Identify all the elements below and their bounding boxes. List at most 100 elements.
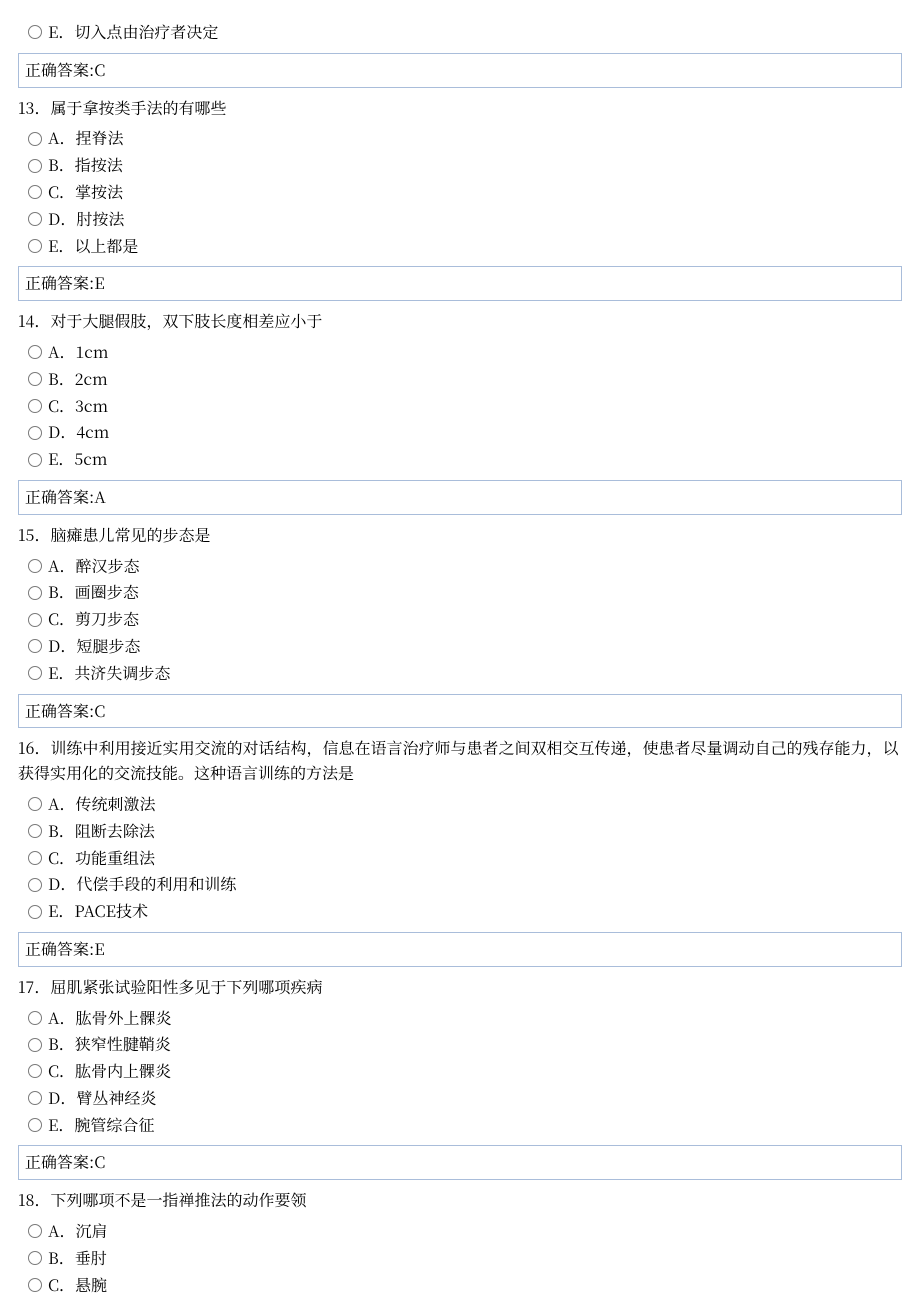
- option-text: D．4cm: [48, 420, 109, 445]
- option-text: E．PACE技术: [48, 899, 148, 924]
- radio-icon: [28, 25, 42, 39]
- radio-icon: [28, 1091, 42, 1105]
- radio-icon: [28, 613, 42, 627]
- answer-value: E: [94, 271, 104, 294]
- option-text: B．2cm: [48, 367, 108, 392]
- radio-icon: [28, 372, 42, 386]
- question-stem: 14．对于大腿假肢，双下肢长度相差应小于: [18, 309, 902, 334]
- option-row[interactable]: D．代偿手段的利用和训练: [18, 872, 902, 897]
- radio-icon: [28, 212, 42, 226]
- answer-value: C: [94, 1150, 105, 1173]
- radio-icon: [28, 1038, 42, 1052]
- option-row[interactable]: E．PACE技术: [18, 899, 902, 924]
- option-row[interactable]: A．沉肩: [18, 1219, 902, 1244]
- option-row[interactable]: D．肘按法: [18, 207, 902, 232]
- option-row[interactable]: B．狭窄性腱鞘炎: [18, 1032, 902, 1057]
- radio-icon: [28, 345, 42, 359]
- answer-value: E: [94, 937, 104, 960]
- option-text: D．代偿手段的利用和训练: [48, 872, 236, 897]
- option-text: E．5cm: [48, 447, 107, 472]
- option-text: A．1cm: [48, 340, 108, 365]
- option-row[interactable]: E．切入点由治疗者决定: [18, 20, 902, 45]
- option-row[interactable]: E．共济失调步态: [18, 661, 902, 686]
- option-row[interactable]: D．臂丛神经炎: [18, 1086, 902, 1111]
- radio-icon: [28, 1224, 42, 1238]
- radio-icon: [28, 1251, 42, 1265]
- radio-icon: [28, 1011, 42, 1025]
- option-row[interactable]: C．悬腕: [18, 1273, 902, 1298]
- option-row[interactable]: B．画圈步态: [18, 580, 902, 605]
- question-block: 14．对于大腿假肢，双下肢长度相差应小于 A．1cmB．2cmC．3cmD．4cm…: [18, 309, 902, 515]
- question-block: 16．训练中利用接近实用交流的对话结构，信息在语言治疗师与患者之间双相交互传递，…: [18, 736, 902, 966]
- question-stem: 13．属于拿按类手法的有哪些: [18, 96, 902, 121]
- option-row[interactable]: B．指按法: [18, 153, 902, 178]
- question-partial-bottom: 18．下列哪项不是一指禅推法的动作要领 A．沉肩B．垂肘C．悬腕: [18, 1188, 902, 1297]
- options-group: A．沉肩B．垂肘C．悬腕: [18, 1219, 902, 1297]
- question-stem: 15．脑瘫患儿常见的步态是: [18, 523, 902, 548]
- option-text: C．3cm: [48, 394, 108, 419]
- option-text: A．肱骨外上髁炎: [48, 1006, 172, 1031]
- option-text: A．沉肩: [48, 1219, 108, 1244]
- answer-value: A: [94, 485, 106, 508]
- answer-box: 正确答案:C: [18, 53, 902, 88]
- radio-icon: [28, 639, 42, 653]
- answer-label: 正确答案:: [25, 699, 94, 722]
- option-text: E．共济失调步态: [48, 661, 170, 686]
- option-row[interactable]: C．肱骨内上髁炎: [18, 1059, 902, 1084]
- radio-icon: [28, 1278, 42, 1292]
- question-stem: 18．下列哪项不是一指禅推法的动作要领: [18, 1188, 902, 1213]
- answer-box: 正确答案:A: [18, 480, 902, 515]
- option-row[interactable]: D．4cm: [18, 420, 902, 445]
- question-block: 17．屈肌紧张试验阳性多见于下列哪项疾病 A．肱骨外上髁炎B．狭窄性腱鞘炎C．肱骨…: [18, 975, 902, 1181]
- answer-box: 正确答案:E: [18, 932, 902, 967]
- radio-icon: [28, 586, 42, 600]
- question-stem: 17．屈肌紧张试验阳性多见于下列哪项疾病: [18, 975, 902, 1000]
- option-row[interactable]: A．肱骨外上髁炎: [18, 1006, 902, 1031]
- option-row[interactable]: A．捏脊法: [18, 126, 902, 151]
- option-text: B．画圈步态: [48, 580, 139, 605]
- option-text: A．醉汉步态: [48, 554, 140, 579]
- option-text: C．剪刀步态: [48, 607, 139, 632]
- option-text: C．掌按法: [48, 180, 123, 205]
- radio-icon: [28, 797, 42, 811]
- option-row[interactable]: E．腕管综合征: [18, 1113, 902, 1138]
- option-row[interactable]: C．3cm: [18, 394, 902, 419]
- radio-icon: [28, 1118, 42, 1132]
- option-row[interactable]: D．短腿步态: [18, 634, 902, 659]
- option-text: D．臂丛神经炎: [48, 1086, 156, 1111]
- radio-icon: [28, 453, 42, 467]
- option-text: C．功能重组法: [48, 846, 155, 871]
- radio-icon: [28, 159, 42, 173]
- option-text: D．肘按法: [48, 207, 124, 232]
- answer-box: 正确答案:C: [18, 1145, 902, 1180]
- option-row[interactable]: C．功能重组法: [18, 846, 902, 871]
- option-row[interactable]: C．剪刀步态: [18, 607, 902, 632]
- answer-value: C: [94, 58, 105, 81]
- questions-container: 13．属于拿按类手法的有哪些 A．捏脊法B．指按法C．掌按法D．肘按法E．以上都是…: [18, 96, 902, 1181]
- option-text: B．阻断去除法: [48, 819, 155, 844]
- option-row[interactable]: B．垂肘: [18, 1246, 902, 1271]
- radio-icon: [28, 905, 42, 919]
- answer-box: 正确答案:C: [18, 694, 902, 729]
- option-row[interactable]: E．5cm: [18, 447, 902, 472]
- option-row[interactable]: A．醉汉步态: [18, 554, 902, 579]
- question-stem: 16．训练中利用接近实用交流的对话结构，信息在语言治疗师与患者之间双相交互传递，…: [18, 736, 902, 786]
- option-row[interactable]: A．1cm: [18, 340, 902, 365]
- option-row[interactable]: C．掌按法: [18, 180, 902, 205]
- option-text: C．悬腕: [48, 1273, 107, 1298]
- answer-label: 正确答案:: [25, 58, 94, 81]
- option-text: E．以上都是: [48, 234, 138, 259]
- option-row[interactable]: B．阻断去除法: [18, 819, 902, 844]
- option-text: E．切入点由治疗者决定: [48, 20, 218, 45]
- question-block: 13．属于拿按类手法的有哪些 A．捏脊法B．指按法C．掌按法D．肘按法E．以上都是…: [18, 96, 902, 302]
- option-row[interactable]: B．2cm: [18, 367, 902, 392]
- radio-icon: [28, 824, 42, 838]
- answer-label: 正确答案:: [25, 1150, 94, 1173]
- option-row[interactable]: E．以上都是: [18, 234, 902, 259]
- radio-icon: [28, 1064, 42, 1078]
- answer-label: 正确答案:: [25, 485, 94, 508]
- option-row[interactable]: A．传统刺激法: [18, 792, 902, 817]
- radio-icon: [28, 426, 42, 440]
- option-text: B．指按法: [48, 153, 123, 178]
- radio-icon: [28, 559, 42, 573]
